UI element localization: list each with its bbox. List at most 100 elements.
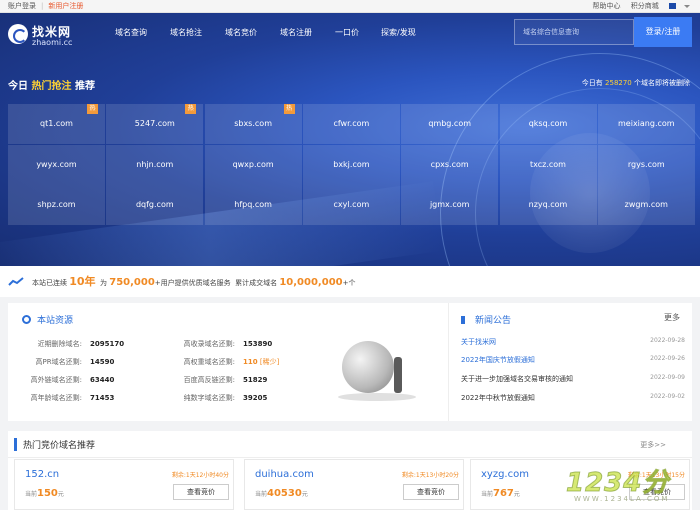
points-mall-link[interactable]: 积分商城 (631, 2, 659, 10)
resource-label: 高外链域名还剩: (30, 376, 82, 384)
hot-domain-name[interactable]: shpz.com (37, 200, 75, 209)
hot-domain-cell[interactable]: nzyq.com (499, 185, 597, 226)
watermark-url: WWW.1234LA.COM (574, 495, 670, 503)
hot-domain-name[interactable]: qmbg.com (428, 119, 471, 128)
site-logo[interactable]: 找米网 zhaomi.cc (8, 21, 88, 49)
news-item[interactable]: 关于找米网 2022-09-28 (461, 337, 685, 347)
hot-domain-cell[interactable]: zwgm.com (597, 185, 695, 226)
hot-domain-name[interactable]: qt1.com (40, 119, 73, 128)
login-register-button[interactable]: 登录/注册 (634, 17, 692, 47)
hot-domain-name[interactable]: hfpq.com (234, 200, 272, 209)
chevron-down-icon[interactable] (684, 4, 690, 8)
hot-domain-cell[interactable]: qmbg.com (401, 104, 499, 144)
hot-domain-cell[interactable]: sbxs.com 热 (204, 104, 302, 144)
resource-value: 71453 (90, 394, 115, 402)
nav-explore[interactable]: 探索/发现 (381, 27, 416, 38)
hot-domain-name[interactable]: nhjn.com (136, 160, 173, 169)
letter-ball-image (342, 341, 394, 393)
hot-domain-name[interactable]: sbxs.com (234, 119, 272, 128)
news-item-date: 2022-09-28 (650, 337, 685, 344)
price-value: 767 (493, 488, 514, 499)
currency-label: 元 (513, 491, 520, 498)
watermark-text: 1234分 (565, 468, 670, 499)
resource-row: 高收录域名还剩: 153890 (173, 339, 273, 349)
resources-title-text: 本站资源 (37, 316, 74, 326)
nav-domain-register[interactable]: 域名注册 (280, 27, 312, 38)
hot-domain-cell[interactable]: qksq.com (499, 104, 597, 144)
register-link[interactable]: 新用户注册 (48, 2, 83, 10)
view-bid-button[interactable]: 查看竞价 (173, 484, 229, 500)
news-title-text: 新闻公告 (475, 316, 512, 326)
news-item-title[interactable]: 2022年中秋节放假通知 (461, 394, 535, 402)
hot-domain-cell[interactable]: jgmx.com (401, 185, 499, 226)
hot-domain-cell[interactable]: nhjn.com (106, 144, 204, 185)
news-item-title[interactable]: 关于找米网 (461, 338, 496, 346)
nav-domain-auction[interactable]: 域名竞价 (225, 27, 257, 38)
nav-domain-snatch[interactable]: 域名抢注 (170, 27, 202, 38)
divider: | (41, 2, 44, 10)
auction-card[interactable]: duihua.com 剩余:1天13小时20分 当前40530元 查看竞价 (244, 459, 464, 510)
news-item[interactable]: 2022年中秋节放假通知 2022-09-02 (461, 393, 685, 403)
auction-card[interactable]: 152.cn 剩余:1天12小时40分 当前150元 查看竞价 (14, 459, 234, 510)
news-item-title[interactable]: 关于进一步加强域名交易审核的通知 (461, 375, 573, 383)
hot-domain-cell[interactable]: qwxp.com (204, 144, 302, 185)
hot-domain-name[interactable]: txcz.com (530, 160, 566, 169)
currency-label: 元 (57, 491, 64, 498)
search-input[interactable] (515, 20, 633, 44)
hot-domain-cell[interactable]: qt1.com 热 (8, 104, 105, 144)
auction-more-link[interactable]: 更多>> (640, 440, 666, 450)
news-more-link[interactable]: 更多 (664, 312, 680, 323)
hot-domain-name[interactable]: cfwr.com (333, 119, 369, 128)
stats-deals: 10,000,000 (279, 277, 343, 288)
hot-title-suffix: 推荐 (74, 81, 95, 92)
divider (8, 457, 692, 458)
hot-domain-name[interactable]: ywyx.com (36, 160, 76, 169)
auction-domain[interactable]: 152.cn (25, 469, 59, 480)
hot-domain-cell[interactable]: 5247.com 热 (106, 104, 204, 144)
resource-label: 纯数字域名还剩: (183, 394, 235, 402)
domain-ball-illustration (334, 329, 420, 411)
hot-domain-cell[interactable]: cxyl.com (302, 185, 400, 226)
hot-domain-cell[interactable]: txcz.com (499, 144, 597, 185)
news-item-date: 2022-09-26 (650, 355, 685, 362)
hot-domain-name[interactable]: cxyl.com (334, 200, 370, 209)
hot-domain-name[interactable]: meixiang.com (618, 119, 675, 128)
account-login-link[interactable]: 账户登录 (8, 2, 36, 10)
hot-domain-name[interactable]: cpxs.com (431, 160, 469, 169)
hot-domain-name[interactable]: bxkj.com (333, 160, 369, 169)
auction-domain[interactable]: duihua.com (255, 469, 314, 480)
resource-label: 高PR域名还剩: (35, 358, 82, 366)
hot-domain-name[interactable]: rgys.com (628, 160, 665, 169)
hot-domain-cell[interactable]: hfpq.com (204, 185, 302, 226)
hot-domain-cell[interactable]: shpz.com (8, 185, 105, 226)
help-center-link[interactable]: 帮助中心 (593, 2, 621, 10)
nav-domain-query[interactable]: 域名查询 (115, 27, 147, 38)
resource-row: 高PR域名还剩: 14590 (20, 357, 115, 367)
auction-current-price: 当前40530元 (255, 488, 308, 499)
hot-domain-cell[interactable]: ywyx.com (8, 144, 105, 185)
hot-domain-cell[interactable]: cfwr.com (302, 104, 400, 144)
hot-domain-name[interactable]: 5247.com (135, 119, 175, 128)
news-item[interactable]: 2022年国庆节放假通知 2022-09-26 (461, 355, 685, 365)
auction-domain[interactable]: xyzg.com (481, 469, 529, 480)
hot-domain-name[interactable]: qksq.com (529, 119, 568, 128)
hot-domain-cell[interactable]: bxkj.com (302, 144, 400, 185)
flag-icon[interactable] (669, 3, 676, 9)
nav-fixed-price[interactable]: 一口价 (335, 27, 359, 38)
hot-domain-cell[interactable]: dqfg.com (106, 185, 204, 226)
hot-domain-cell[interactable]: rgys.com (597, 144, 695, 185)
current-label: 当前 (25, 491, 38, 498)
news-panel: 新闻公告 更多 关于找米网 2022-09-28 2022年国庆节放假通知 2022… (448, 303, 692, 421)
hot-domain-name[interactable]: jgmx.com (430, 200, 469, 209)
hot-domain-name[interactable]: qwxp.com (233, 160, 274, 169)
hot-domain-cell[interactable]: meixiang.com (597, 104, 695, 144)
hot-domain-name[interactable]: dqfg.com (136, 200, 174, 209)
stats-text-2: 为 (100, 279, 107, 287)
hot-domain-name[interactable]: nzyq.com (529, 200, 568, 209)
hot-domain-cell[interactable]: cpxs.com (401, 144, 499, 185)
resource-row: 高外链域名还剩: 63440 (20, 375, 115, 385)
news-item-title[interactable]: 2022年国庆节放假通知 (461, 356, 535, 364)
view-bid-button[interactable]: 查看竞价 (403, 484, 459, 500)
news-item[interactable]: 关于进一步加强域名交易审核的通知 2022-09-09 (461, 374, 685, 384)
hot-domain-name[interactable]: zwgm.com (625, 200, 668, 209)
